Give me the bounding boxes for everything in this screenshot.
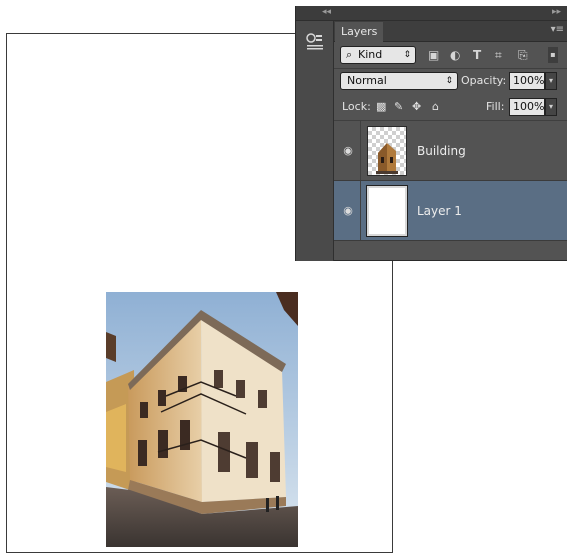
visibility-cell: ◉ (334, 181, 361, 240)
eye-icon[interactable]: ◉ (342, 145, 354, 157)
lock-image-pixels-icon[interactable]: ✎ (394, 98, 403, 116)
pixel-layer-filter-icon[interactable]: ▣ (428, 46, 439, 64)
building-thumbnail-icon (376, 143, 398, 174)
lock-label: Lock: (342, 100, 371, 113)
filter-kind-label: Kind (358, 48, 383, 61)
building-image (106, 292, 298, 547)
layers-panel: ◂◂ ▸▸ Layers ▾≡ ⌕ Kind ⇕ ▣ ◐ T ⌗ ⎘ ▪ Nor… (295, 6, 567, 261)
fill-dropdown-icon[interactable]: ▾ (545, 98, 557, 116)
smart-object-filter-icon[interactable]: ⎘ (518, 46, 528, 64)
layer-row-layer-1[interactable]: ◉ Layer 1 (334, 181, 567, 241)
layer-name[interactable]: Layer 1 (417, 203, 462, 219)
lock-all-icon[interactable]: ⌂ (432, 98, 439, 116)
lock-transparent-pixels-icon[interactable]: ▩ (376, 98, 386, 116)
panel-top-strip: ◂◂ ▸▸ (296, 6, 567, 21)
layer-thumbnail (366, 185, 408, 237)
lock-position-icon[interactable]: ✥ (412, 98, 421, 116)
adjustment-layer-filter-icon[interactable]: ◐ (450, 46, 460, 64)
layer-name[interactable]: Building (417, 143, 466, 159)
search-icon: ⌕ (346, 48, 353, 61)
layer-thumbnail (367, 126, 407, 176)
expand-arrows-icon[interactable]: ▸▸ (552, 7, 561, 18)
fill-label: Fill: (486, 100, 505, 113)
type-layer-filter-icon[interactable]: T (473, 46, 481, 64)
chevron-updown-icon: ⇕ (445, 76, 453, 86)
visibility-cell: ◉ (334, 121, 361, 180)
opacity-field[interactable]: 100% (509, 72, 545, 90)
divider (334, 68, 567, 69)
blend-mode-label: Normal (347, 74, 387, 87)
blend-mode-select[interactable]: Normal ⇕ (340, 72, 458, 90)
collapsed-tool-column (296, 21, 334, 261)
collapse-arrows-icon[interactable]: ◂◂ (322, 7, 331, 18)
properties-panel-icon[interactable] (305, 32, 325, 54)
opacity-label: Opacity: (461, 74, 507, 87)
building-photo[interactable] (106, 292, 298, 547)
layer-row-building[interactable]: ◉ Building (334, 121, 567, 181)
panel-tab-row: Layers ▾≡ (334, 21, 567, 42)
filter-toggle-icon[interactable]: ▪ (548, 47, 558, 63)
fill-field[interactable]: 100% (509, 98, 545, 116)
tab-layers[interactable]: Layers (335, 22, 383, 42)
filter-kind-select[interactable]: ⌕ Kind ⇕ (340, 46, 416, 64)
eye-icon[interactable]: ◉ (342, 205, 354, 217)
shape-layer-filter-icon[interactable]: ⌗ (495, 46, 502, 64)
chevron-updown-icon: ⇕ (403, 50, 411, 60)
panel-menu-icon[interactable]: ▾≡ (551, 24, 564, 35)
opacity-dropdown-icon[interactable]: ▾ (545, 72, 557, 90)
